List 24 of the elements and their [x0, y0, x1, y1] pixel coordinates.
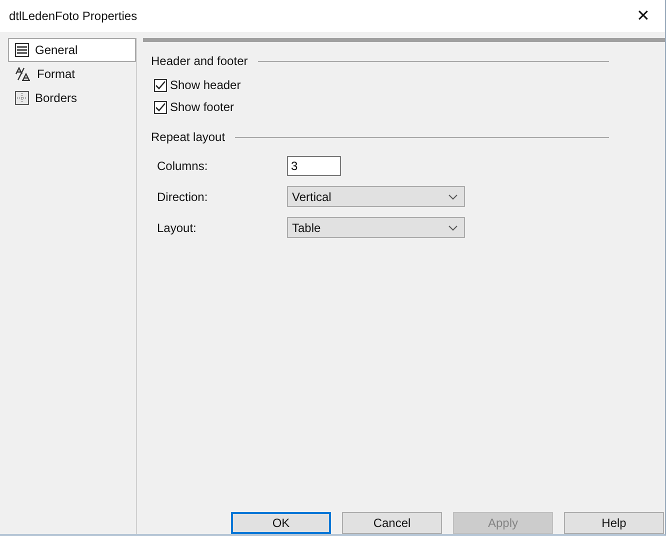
- group-title: Header and footer: [151, 54, 248, 68]
- chevron-down-icon: [448, 194, 458, 200]
- field-label: Layout:: [157, 220, 198, 234]
- chevron-down-icon: [448, 224, 458, 230]
- columns-field[interactable]: 3: [287, 156, 341, 176]
- dialog-button[interactable]: Cancel: [342, 512, 442, 534]
- dialog-button[interactable]: OK: [231, 512, 331, 534]
- window-title: dtlLedenFoto Properties: [9, 9, 138, 23]
- checkbox[interactable]: Show header: [151, 74, 609, 96]
- sidebar-item[interactable]: General: [8, 38, 136, 62]
- group-title: Repeat layout: [151, 130, 226, 144]
- checkbox[interactable]: Show footer: [151, 96, 609, 118]
- field-label: Direction:: [157, 190, 209, 204]
- checkbox-box[interactable]: [154, 78, 167, 92]
- dropdown[interactable]: Vertical: [287, 186, 465, 207]
- dropdown[interactable]: Table: [287, 217, 465, 238]
- checkbox-box[interactable]: [154, 100, 167, 114]
- sidebar-item[interactable]: Format: [8, 62, 136, 86]
- sidebar-item[interactable]: Borders: [8, 86, 136, 110]
- field-label: Columns:: [157, 158, 209, 172]
- grid-icon: [15, 91, 29, 105]
- list-icon: [15, 43, 29, 57]
- dialog-button[interactable]: Help: [564, 512, 664, 534]
- format-icon: [15, 67, 31, 81]
